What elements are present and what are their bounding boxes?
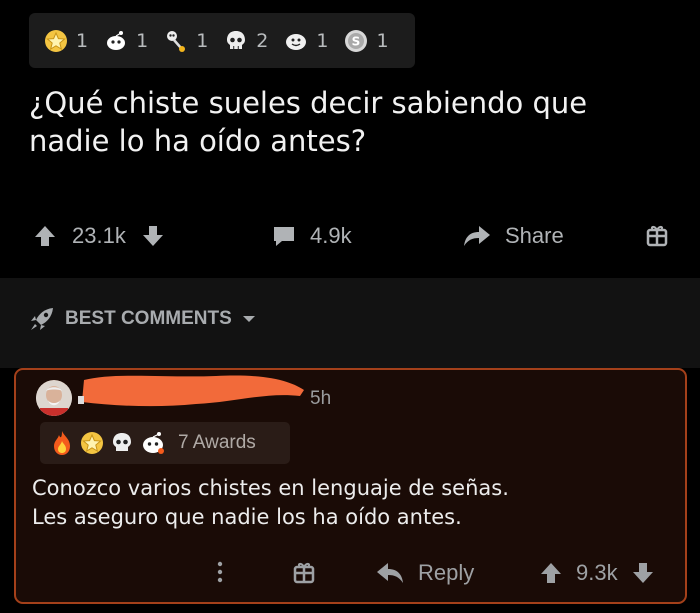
sort-label: BEST COMMENTS	[65, 308, 232, 329]
silver-coin-award-icon: S	[344, 29, 368, 53]
fire-award-icon	[50, 430, 74, 456]
award-item[interactable]: 1	[164, 29, 208, 53]
svg-text:S: S	[352, 34, 361, 48]
comment-action-bar: Reply 9.3k	[16, 554, 686, 594]
downvote-arrow-icon[interactable]	[632, 561, 654, 585]
gift-icon	[293, 560, 315, 584]
award-count: 2	[256, 29, 269, 52]
downvote-arrow-icon[interactable]	[142, 224, 164, 248]
more-options-button[interactable]	[216, 560, 224, 584]
award-count: 1	[136, 29, 149, 52]
snoo-wholesome-award-icon	[104, 29, 128, 53]
share-arrow-icon	[463, 224, 491, 248]
awards-count-label: 7 Awards	[178, 432, 256, 453]
share-label: Share	[505, 223, 564, 248]
comment-line: Les aseguro que nadie los ha oído antes.	[32, 505, 462, 529]
comment-body: Conozco varios chistes en lenguaje de se…	[32, 474, 672, 532]
skull-award-icon	[224, 29, 248, 53]
sort-dropdown[interactable]: BEST COMMENTS	[29, 306, 256, 332]
comment-awards-bar[interactable]: 7 Awards	[40, 422, 290, 464]
comment-card: 5h 7 Awards Conozco varios chistes en le…	[14, 368, 687, 604]
gold-star-award-icon	[44, 29, 68, 53]
reply-label: Reply	[418, 560, 475, 585]
comment-timestamp: 5h	[310, 388, 332, 409]
comment-bubble-icon	[272, 224, 296, 248]
avatar[interactable]	[36, 380, 72, 416]
upvote-arrow-icon[interactable]	[34, 224, 56, 248]
award-count: 1	[316, 29, 329, 52]
comment-vote-group: 9.3k	[540, 560, 654, 586]
post-action-bar: 23.1k 4.9k Share	[0, 205, 700, 265]
share-button[interactable]: Share	[463, 223, 564, 249]
award-item[interactable]: S 1	[344, 29, 389, 53]
post-awards-bar[interactable]: 1 1 1 2 1 S 1	[29, 13, 415, 68]
award-count: 1	[76, 29, 89, 52]
face-award-icon	[284, 29, 308, 53]
skull-award-icon	[110, 431, 134, 455]
award-count: 1	[376, 29, 389, 52]
post-vote-group: 23.1k	[34, 223, 164, 249]
award-count: 1	[196, 29, 209, 52]
award-item[interactable]: 1	[104, 29, 148, 53]
vertical-dots-icon	[216, 560, 224, 584]
gold-star-award-icon	[80, 431, 104, 455]
gift-icon	[646, 223, 668, 247]
award-item[interactable]: 1	[284, 29, 328, 53]
gift-award-button[interactable]	[293, 560, 315, 584]
gift-award-button[interactable]	[646, 223, 668, 247]
chevron-down-icon	[242, 314, 256, 324]
post-score: 23.1k	[72, 223, 126, 248]
comment-score: 9.3k	[576, 560, 618, 585]
award-item[interactable]: 2	[224, 29, 268, 53]
reply-arrow-icon	[376, 561, 404, 585]
rocket-icon	[29, 306, 55, 332]
post-title: ¿Qué chiste sueles decir sabiendo que na…	[29, 86, 588, 158]
snoo-wholesome-award-icon	[140, 430, 166, 456]
comments-count: 4.9k	[310, 223, 352, 248]
reply-button[interactable]: Reply	[376, 560, 474, 586]
comment-line: Conozco varios chistes en lenguaje de se…	[32, 476, 509, 500]
skeleton-flower-award-icon	[164, 29, 188, 53]
redacted-username	[76, 372, 306, 412]
comments-button[interactable]: 4.9k	[272, 223, 352, 249]
award-item[interactable]: 1	[44, 29, 88, 53]
upvote-arrow-icon[interactable]	[540, 561, 562, 585]
